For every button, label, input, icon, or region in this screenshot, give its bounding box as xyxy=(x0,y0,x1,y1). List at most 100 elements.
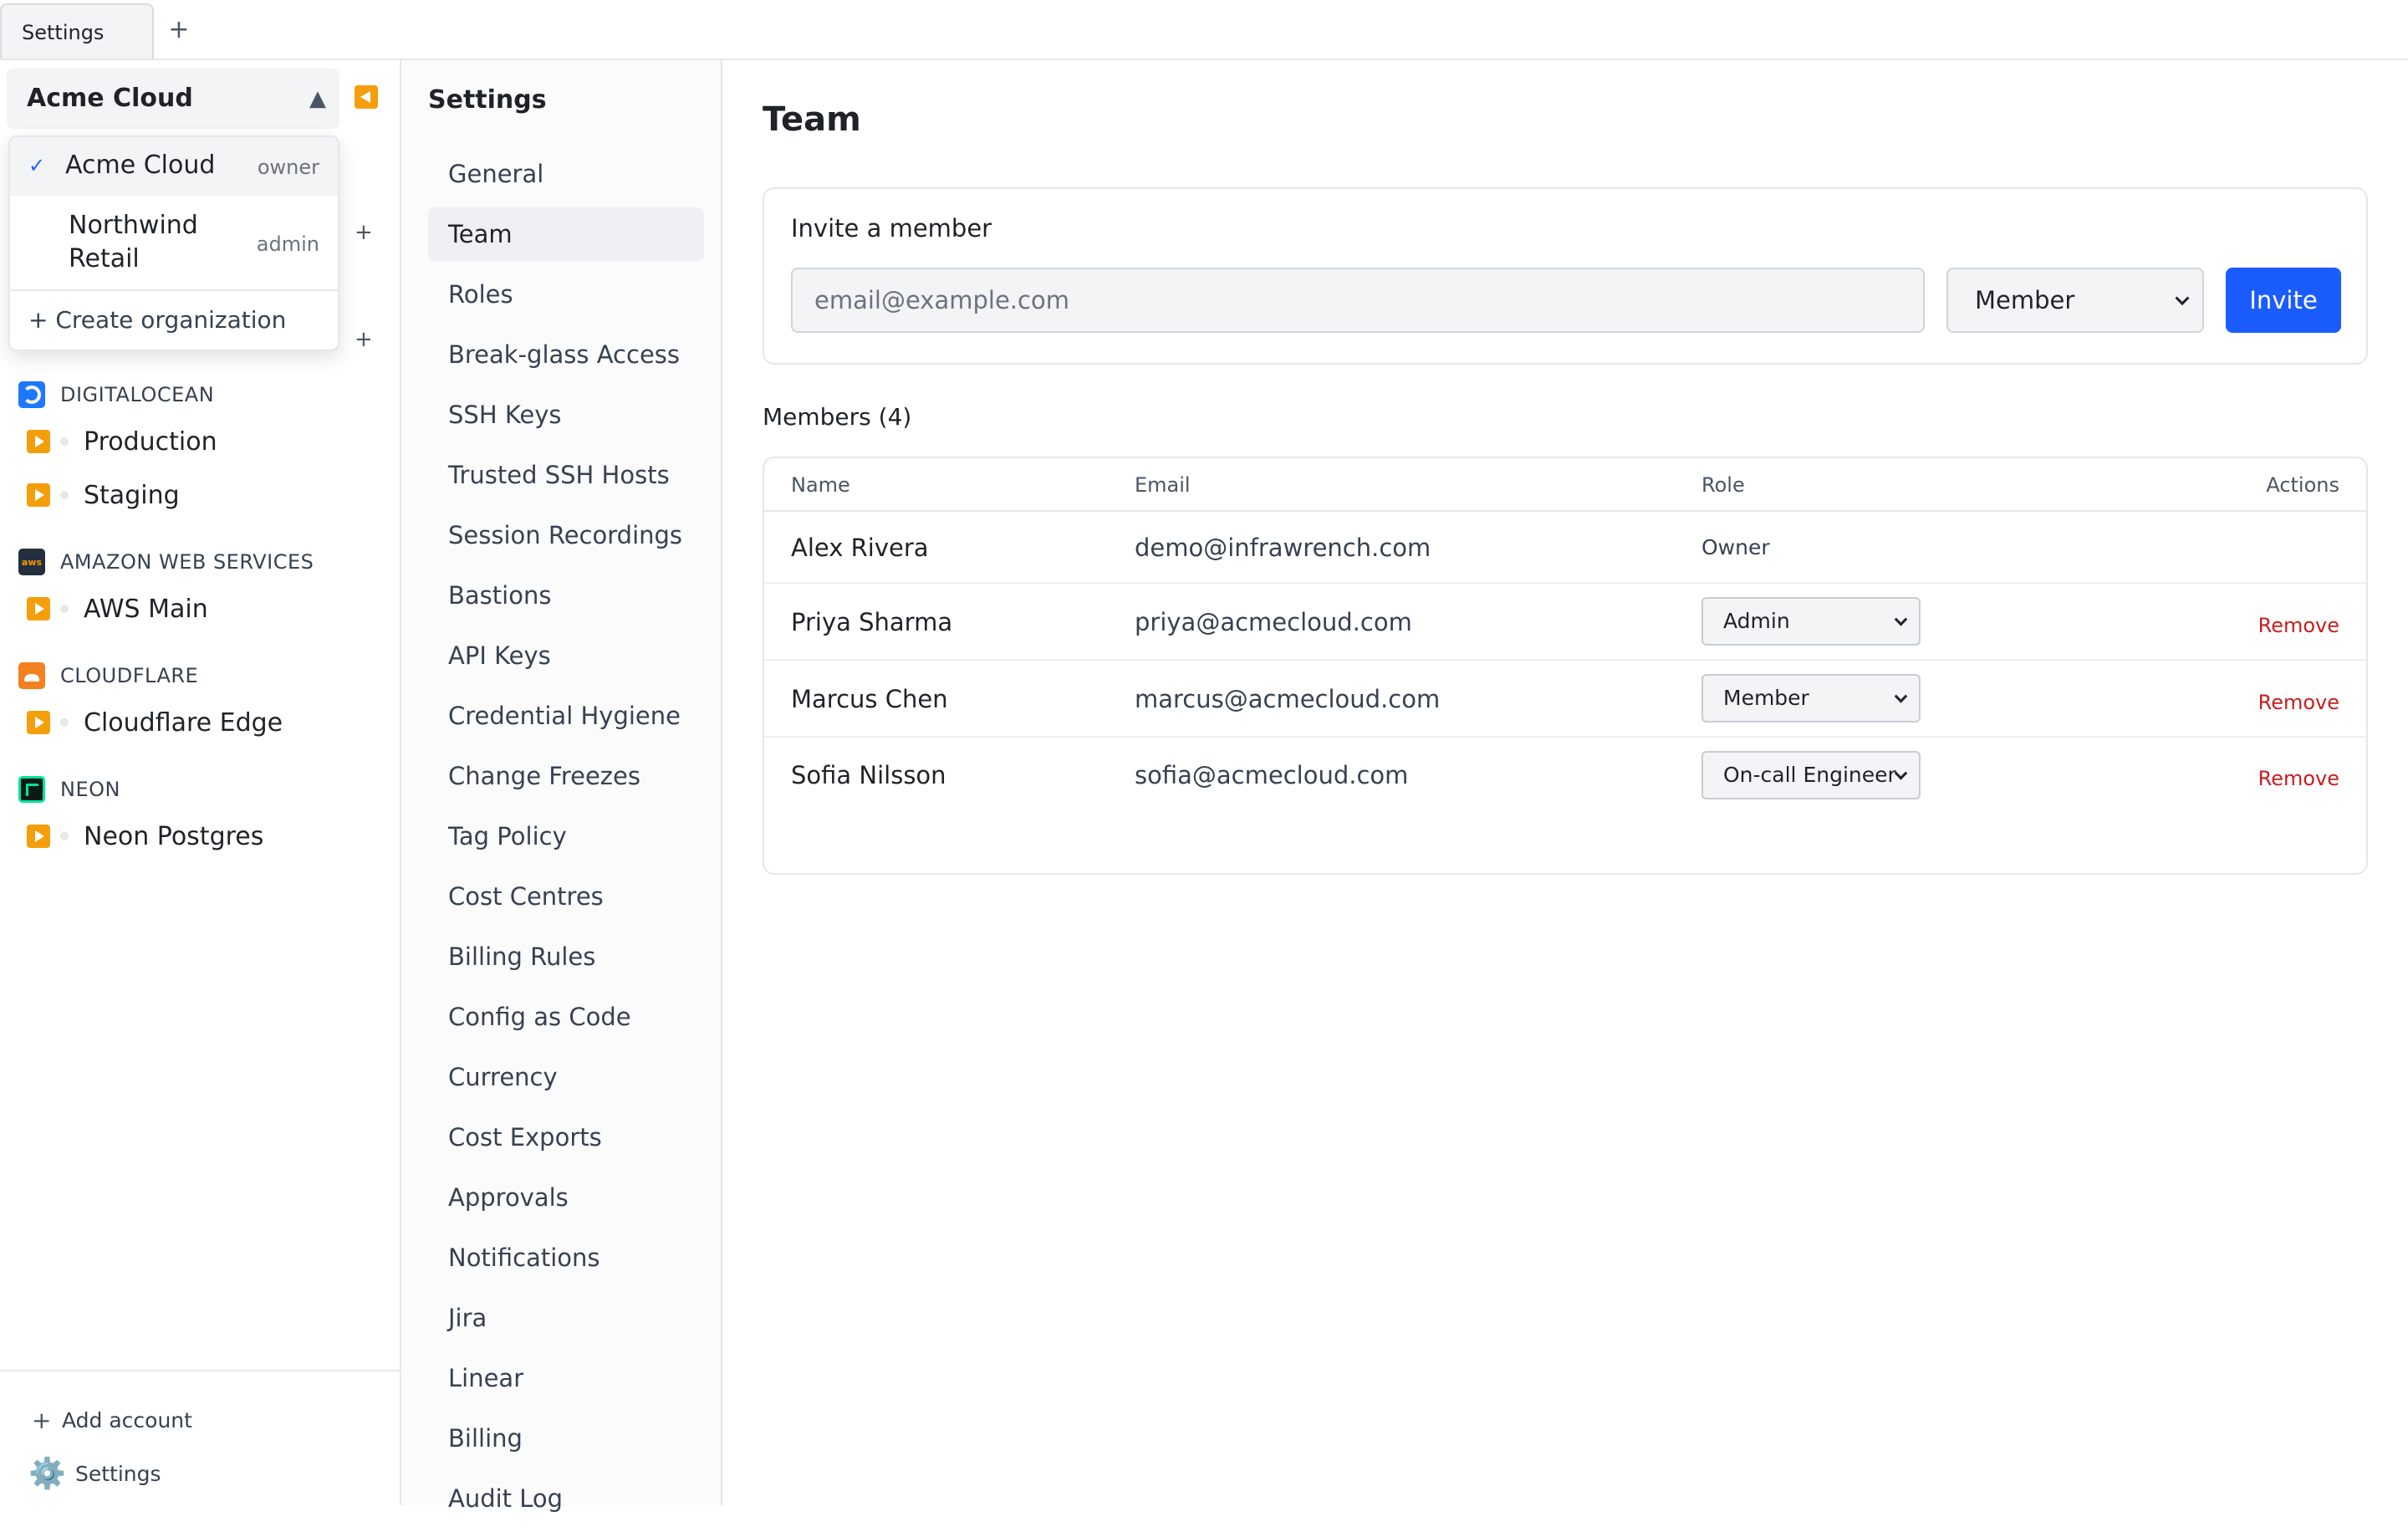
settings-nav-item-currency[interactable]: Currency xyxy=(428,1050,704,1104)
members-table: Name Email Role Actions Alex Rivera demo@… xyxy=(763,457,2368,875)
plus-icon: + xyxy=(32,1406,52,1434)
digitalocean-icon xyxy=(18,381,45,408)
invite-button[interactable]: Invite xyxy=(2226,268,2341,333)
settings-label: Settings xyxy=(75,1461,161,1486)
gear-icon: ⚙️ xyxy=(28,1457,66,1491)
remove-member-button[interactable]: Remove xyxy=(2258,664,2339,741)
chevron-down-icon xyxy=(1894,767,1908,780)
invite-role-select[interactable]: Member xyxy=(1946,268,2204,333)
org-option-name: Retail xyxy=(69,244,140,273)
tab-settings[interactable]: Settings xyxy=(0,3,154,59)
provider-group-digitalocean: DIGITALOCEAN xyxy=(18,378,214,411)
remove-member-button[interactable]: Remove xyxy=(2258,741,2339,816)
account-label: Staging xyxy=(84,480,180,510)
invite-role-value: Member xyxy=(1975,286,2075,314)
terminal-icon xyxy=(27,430,50,453)
collapse-sidebar-icon[interactable] xyxy=(355,85,378,109)
settings-nav-item-team[interactable]: Team xyxy=(428,207,704,261)
settings-nav-item-break-glass-access[interactable]: Break-glass Access xyxy=(428,328,704,381)
sidebar-footer: + Add account ⚙️ Settings xyxy=(0,1370,400,1505)
settings-nav-item-roles[interactable]: Roles xyxy=(428,268,704,321)
member-name: Sofia Nilsson xyxy=(791,761,946,789)
settings-nav-item-notifications[interactable]: Notifications xyxy=(428,1231,704,1284)
provider-label: AMAZON WEB SERVICES xyxy=(60,550,314,574)
table-row: Marcus Chen marcus@acmecloud.com Member Rem… xyxy=(764,661,2366,738)
column-header-actions: Actions xyxy=(2266,473,2339,497)
invite-card: Invite a member email@example.com Member… xyxy=(763,187,2368,365)
org-dropdown-menu: ✓ Acme Cloud owner Northwind Retail admi… xyxy=(8,135,339,351)
account-label: AWS Main xyxy=(84,594,208,624)
settings-nav-item-cost-centres[interactable]: Cost Centres xyxy=(428,870,704,923)
org-switcher-name: Acme Cloud xyxy=(27,84,193,113)
sidebar: Acme Cloud ▲ + + DIGITALOCEAN Production… xyxy=(0,60,401,1505)
settings-nav-list: General Team Roles Break-glass Access SSH Ke… xyxy=(428,147,704,1532)
status-dot xyxy=(60,718,69,727)
add-account-button[interactable]: + Add account xyxy=(32,1402,192,1438)
terminal-icon xyxy=(27,483,50,507)
provider-group-cloudflare: CLOUDFLARE xyxy=(18,659,198,692)
settings-nav-item-api-keys[interactable]: API Keys xyxy=(428,629,704,682)
settings-nav-item-audit-log[interactable]: Audit Log xyxy=(428,1472,704,1525)
provider-label: NEON xyxy=(60,778,120,801)
settings-nav-item-ssh-keys[interactable]: SSH Keys xyxy=(428,388,704,442)
sidebar-item-aws-main[interactable]: AWS Main xyxy=(27,588,208,630)
member-name: Priya Sharma xyxy=(791,608,953,636)
sidebar-item-neon-postgres[interactable]: Neon Postgres xyxy=(27,815,263,857)
member-email: sofia@acmecloud.com xyxy=(1135,761,1409,789)
provider-label: DIGITALOCEAN xyxy=(60,383,215,406)
settings-nav-item-tag-policy[interactable]: Tag Policy xyxy=(428,809,704,863)
table-row: Sofia Nilsson sofia@acmecloud.com On-call … xyxy=(764,738,2366,813)
add-icon[interactable]: + xyxy=(355,329,373,350)
settings-nav-item-bastions[interactable]: Bastions xyxy=(428,569,704,622)
settings-nav-item-credential-hygiene[interactable]: Credential Hygiene xyxy=(428,689,704,743)
invite-email-input[interactable]: email@example.com xyxy=(791,268,1925,333)
status-dot xyxy=(60,605,69,613)
settings-nav-item-session-recordings[interactable]: Session Recordings xyxy=(428,508,704,562)
table-header: Name Email Role Actions xyxy=(764,458,2366,512)
org-option-role: admin xyxy=(256,232,319,256)
settings-nav-item-trusted-ssh-hosts[interactable]: Trusted SSH Hosts xyxy=(428,448,704,502)
app-window: Settings + Acme Cloud ▲ + + DIGITALOCEAN… xyxy=(0,0,2408,1513)
sidebar-item-staging[interactable]: Staging xyxy=(27,474,180,516)
neon-icon xyxy=(18,776,45,803)
account-label: Cloudflare Edge xyxy=(84,707,283,738)
org-option-name: Northwind xyxy=(69,211,198,240)
create-organization-button[interactable]: + Create organization xyxy=(28,291,286,350)
org-switcher[interactable]: Acme Cloud ▲ xyxy=(7,69,339,129)
invite-title: Invite a member xyxy=(791,214,992,243)
column-header-role: Role xyxy=(1701,473,1745,497)
settings-nav-item-cost-exports[interactable]: Cost Exports xyxy=(428,1111,704,1164)
member-email: marcus@acmecloud.com xyxy=(1135,685,1441,713)
member-role-select[interactable]: Member xyxy=(1701,674,1921,723)
settings-nav-item-general[interactable]: General xyxy=(428,147,704,201)
org-option-acme-cloud[interactable]: ✓ Acme Cloud owner xyxy=(10,137,338,196)
sidebar-item-cloudflare-edge[interactable]: Cloudflare Edge xyxy=(27,702,283,743)
new-tab-button[interactable]: + xyxy=(164,12,194,49)
member-role-value: Admin xyxy=(1723,609,1790,633)
settings-nav-item-change-freezes[interactable]: Change Freezes xyxy=(428,749,704,803)
org-option-name: Acme Cloud xyxy=(65,151,216,180)
remove-member-button[interactable]: Remove xyxy=(2258,587,2339,664)
settings-nav-item-jira[interactable]: Jira xyxy=(428,1291,704,1345)
provider-group-aws: aws AMAZON WEB SERVICES xyxy=(18,545,314,579)
member-role-value: On-call Engineer xyxy=(1723,763,1896,787)
member-role: Owner xyxy=(1701,535,1770,559)
settings-button[interactable]: ⚙️ Settings xyxy=(28,1455,161,1492)
org-option-role: owner xyxy=(257,156,319,179)
chevron-down-icon xyxy=(2175,291,2190,306)
settings-nav-item-billing[interactable]: Billing xyxy=(428,1412,704,1465)
add-icon[interactable]: + xyxy=(355,222,373,243)
member-role-select[interactable]: On-call Engineer xyxy=(1701,751,1921,799)
settings-nav-item-linear[interactable]: Linear xyxy=(428,1351,704,1405)
settings-nav-item-config-as-code[interactable]: Config as Code xyxy=(428,990,704,1044)
member-role-select[interactable]: Admin xyxy=(1701,597,1921,646)
table-row: Priya Sharma priya@acmecloud.com Admin Remo… xyxy=(764,584,2366,661)
chevron-down-icon xyxy=(1894,690,1908,703)
terminal-icon xyxy=(27,597,50,620)
settings-nav-item-billing-rules[interactable]: Billing Rules xyxy=(428,930,704,983)
settings-nav-item-approvals[interactable]: Approvals xyxy=(428,1171,704,1224)
sidebar-item-production[interactable]: Production xyxy=(27,421,217,462)
provider-label: CLOUDFLARE xyxy=(60,664,199,687)
settings-nav-title: Settings xyxy=(428,85,547,115)
org-option-northwind-retail[interactable]: Northwind Retail admin xyxy=(10,199,338,288)
